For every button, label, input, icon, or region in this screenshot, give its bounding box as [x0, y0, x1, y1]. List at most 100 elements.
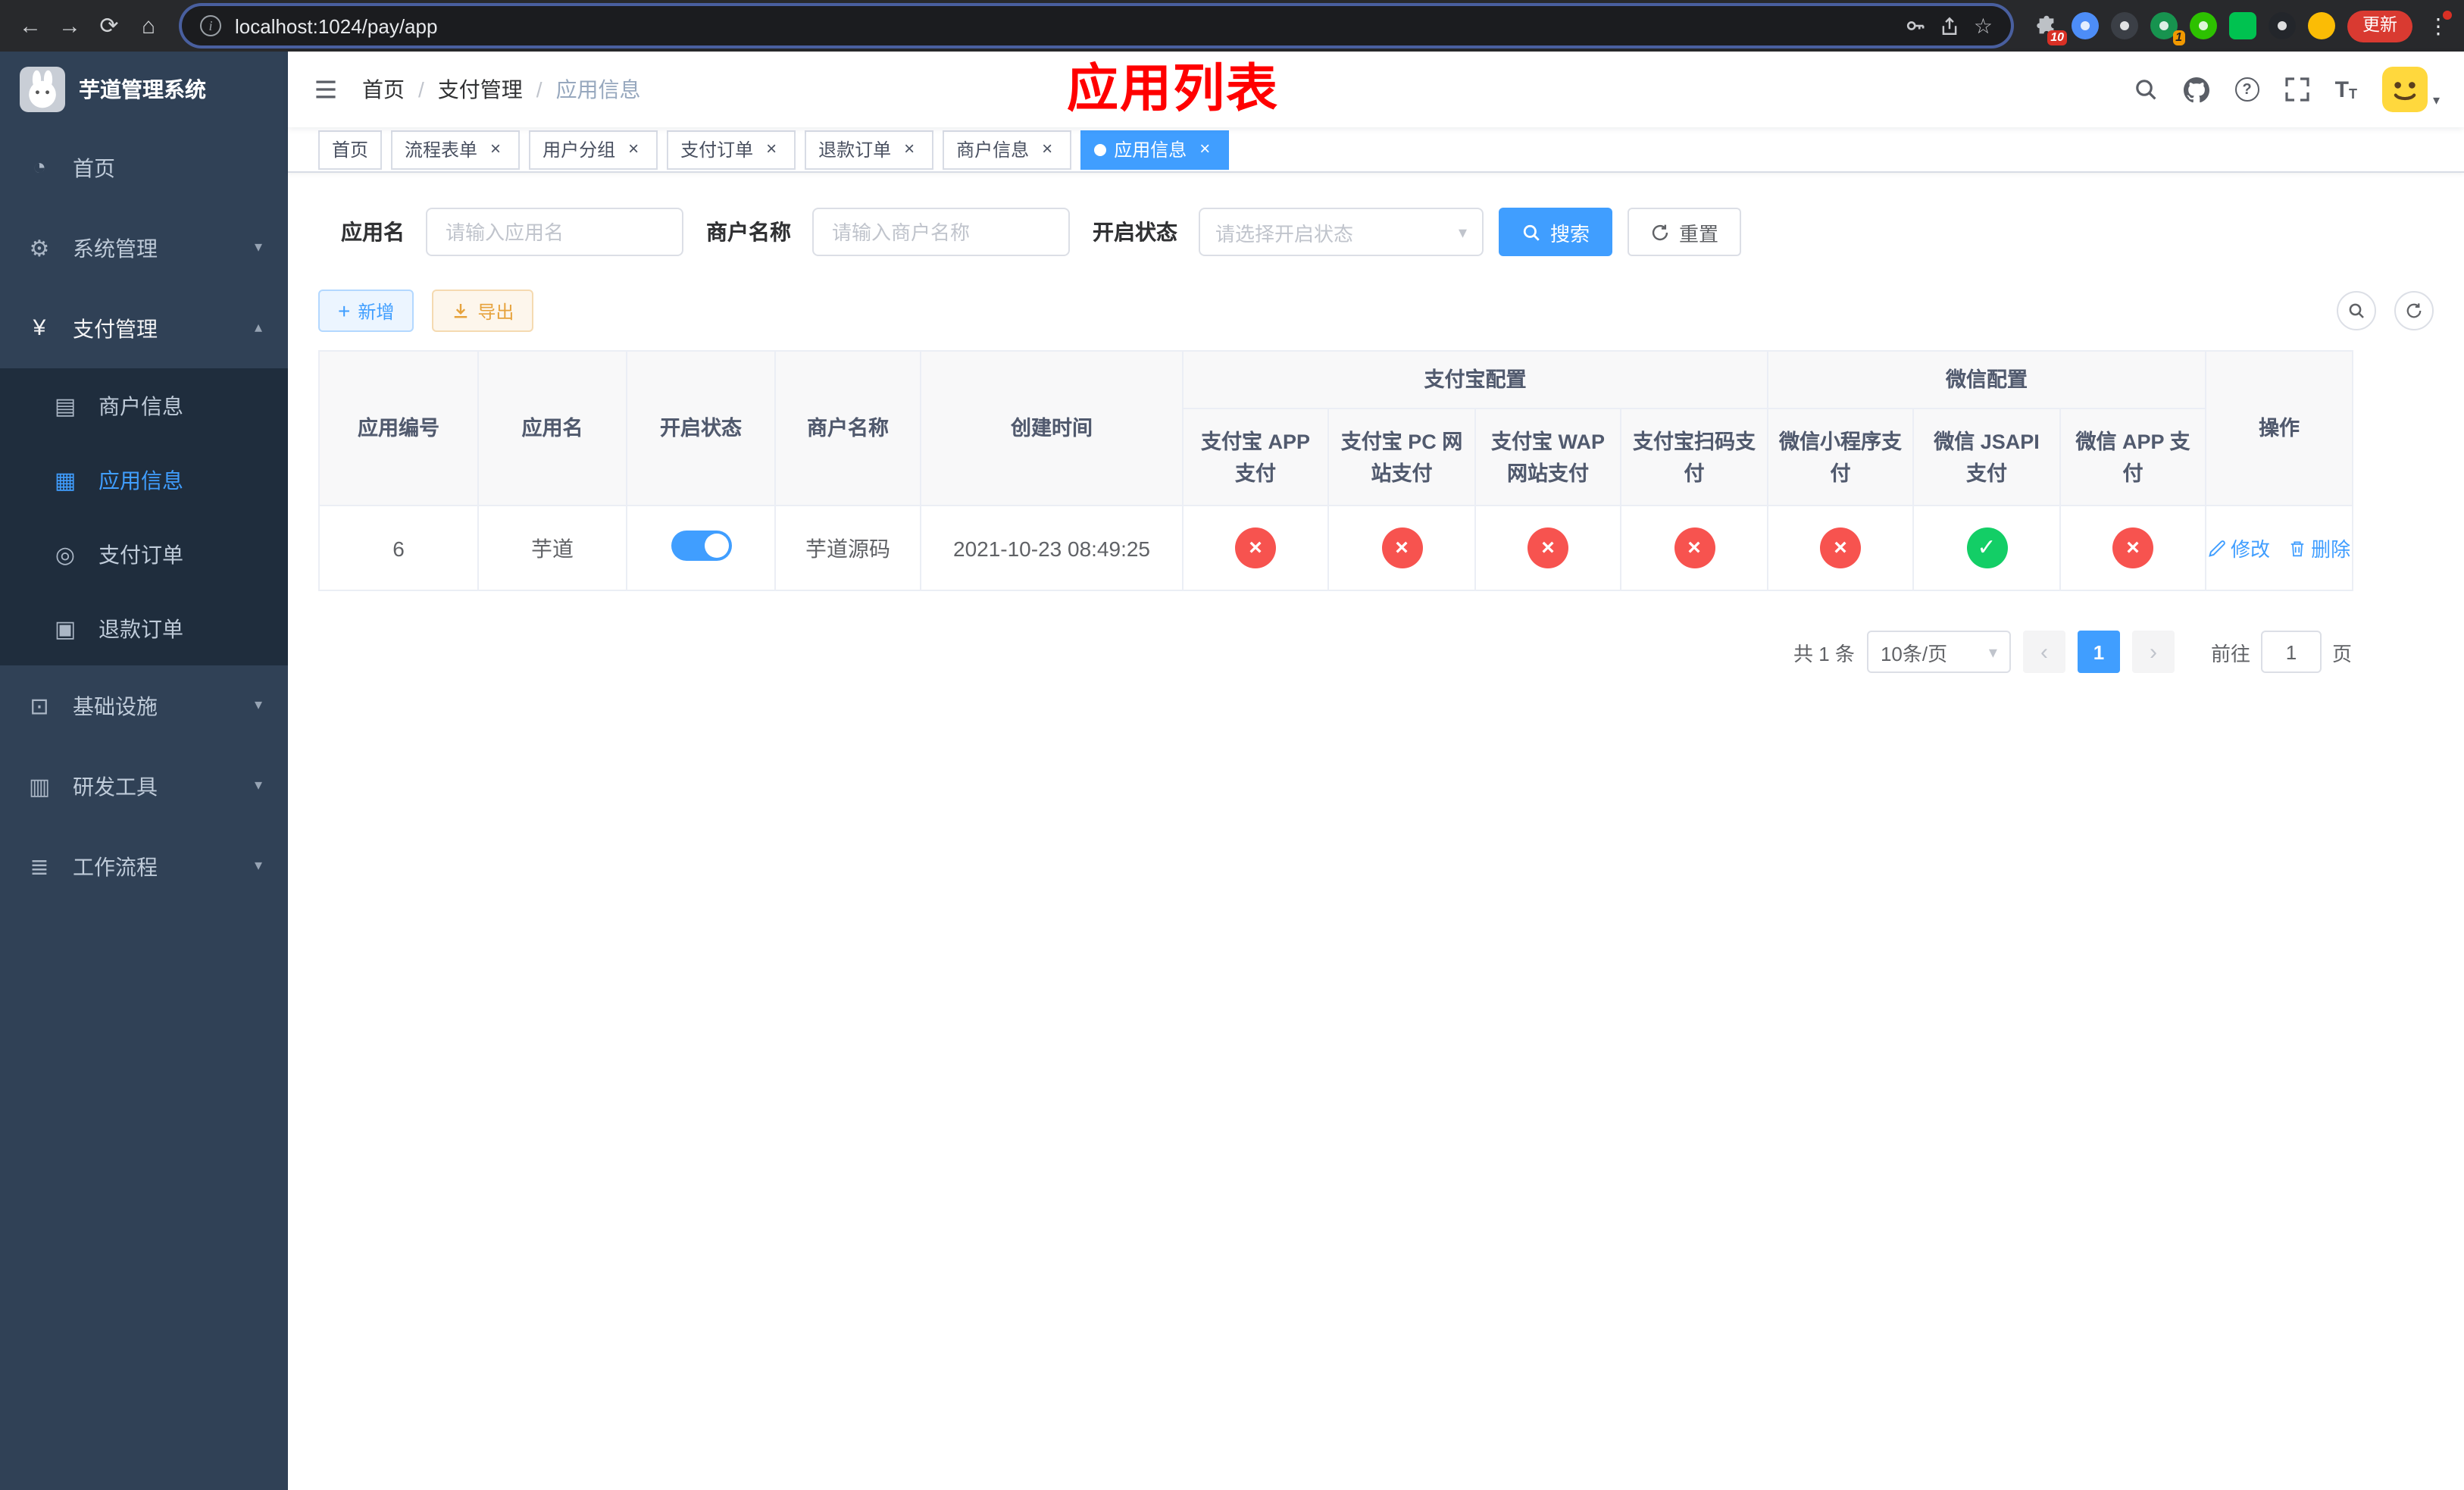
collapse-sidebar-button[interactable]	[312, 76, 339, 103]
status-toggle[interactable]	[671, 531, 731, 561]
page-unit-label: 页	[2331, 642, 2352, 665]
sidebar-item-label: 应用信息	[98, 468, 183, 492]
col-header-wechat-app: 微信 APP 支付	[2059, 408, 2207, 506]
pinned-extension-icon[interactable]	[2269, 12, 2296, 39]
bookmark-star-icon[interactable]: ☆	[1974, 13, 1993, 39]
sidebar-item-devtools[interactable]: ▥ 研发工具 ▾	[0, 746, 288, 826]
fullscreen-icon[interactable]	[2284, 77, 2309, 102]
next-page-button[interactable]: ›	[2131, 631, 2175, 673]
page-1-button[interactable]: 1	[2077, 631, 2120, 673]
font-size-icon[interactable]: T T	[2335, 78, 2357, 101]
sidebar-item-infrastructure[interactable]: ⊡ 基础设施 ▾	[0, 665, 288, 746]
breadcrumb-payment[interactable]: 支付管理	[438, 74, 523, 105]
edit-button[interactable]: 修改	[2208, 534, 2270, 562]
sidebar: 芋道管理系统 ◔ 首页 ⚙ 系统管理 ▾ ¥ 支付管理 ▴ ▤ 商户信息 ▦ 应…	[0, 52, 288, 1490]
group-header-alipay: 支付宝配置	[1182, 350, 1768, 409]
gear-icon: ⚙	[29, 236, 50, 261]
close-icon[interactable]: ×	[761, 138, 782, 160]
search-button[interactable]: 搜索	[1499, 208, 1613, 256]
user-avatar[interactable]: ▾	[2382, 67, 2440, 112]
reload-button[interactable]: ⟳	[91, 8, 127, 44]
chevron-down-icon: ▾	[1458, 224, 1467, 242]
app-table: 应用编号 应用名 开启状态 商户名称 创建时间 支付宝配置 微信配置 操作 支付…	[318, 350, 2354, 591]
status-cross-icon: ×	[1235, 527, 1276, 568]
browser-menu-button[interactable]: ⋮	[2425, 9, 2452, 42]
toggle-search-button[interactable]	[2337, 291, 2376, 330]
extension-icon[interactable]	[2111, 12, 2138, 39]
merchant-name-input[interactable]	[812, 208, 1070, 256]
share-icon[interactable]	[1940, 16, 1960, 36]
page-size-select[interactable]: 10条/页 ▾	[1866, 631, 2011, 673]
tags-view-bar: 首页 流程表单 × 用户分组 × 支付订单 × 退款订单 × 商户信息 × 应用…	[288, 127, 2464, 173]
avatar-image	[2382, 67, 2428, 112]
tab-merchant-info[interactable]: 商户信息 ×	[943, 130, 1072, 169]
close-icon[interactable]: ×	[623, 138, 644, 160]
toolbar-right	[2337, 291, 2434, 330]
tab-app-info[interactable]: 应用信息 ×	[1080, 130, 1230, 169]
tab-user-group[interactable]: 用户分组 ×	[529, 130, 658, 169]
goto-group: 前往 页	[2211, 631, 2352, 673]
search-icon[interactable]	[2134, 77, 2158, 102]
question-mark-glyph: ?	[2234, 77, 2259, 102]
close-icon[interactable]: ×	[1194, 138, 1215, 160]
app-name-input[interactable]	[426, 208, 683, 256]
extension-icon[interactable]: 1	[2150, 12, 2185, 45]
close-icon[interactable]: ×	[1037, 138, 1058, 160]
caret-down-icon: ▾	[2432, 92, 2440, 108]
search-button-label: 搜索	[1550, 222, 1590, 245]
password-key-icon[interactable]	[1906, 15, 1927, 36]
sidebar-item-system[interactable]: ⚙ 系统管理 ▾	[0, 208, 288, 288]
goto-page-input[interactable]	[2260, 631, 2322, 673]
github-icon[interactable]	[2183, 77, 2209, 102]
cell-wechat-app: ×	[2059, 505, 2207, 591]
delete-button[interactable]: 删除	[2288, 534, 2350, 562]
extension-icon[interactable]	[2072, 12, 2099, 39]
sidebar-item-app-info[interactable]: ▦ 应用信息	[0, 443, 288, 517]
extensions-puzzle-icon[interactable]: 10	[2032, 12, 2067, 45]
add-button-label: 新增	[358, 301, 395, 322]
tab-process-form[interactable]: 流程表单 ×	[391, 130, 521, 169]
payment-submenu: ▤ 商户信息 ▦ 应用信息 ◎ 支付订单 ▣ 退款订单	[0, 368, 288, 665]
browser-update-button[interactable]: 更新	[2347, 10, 2412, 42]
address-bar[interactable]: i localhost:1024/pay/app ☆	[182, 6, 2011, 45]
site-info-icon[interactable]: i	[200, 15, 221, 36]
sidebar-item-label: 基础设施	[73, 693, 158, 718]
tab-refund-order[interactable]: 退款订单 ×	[805, 130, 934, 169]
sidebar-item-refund-order[interactable]: ▣ 退款订单	[0, 591, 288, 665]
add-button[interactable]: + 新增	[318, 290, 414, 332]
col-header-wechat-mini: 微信小程序支付	[1767, 408, 1914, 506]
back-button[interactable]: ←	[12, 8, 48, 44]
forward-button[interactable]: →	[52, 8, 88, 44]
sidebar-item-home[interactable]: ◔ 首页	[0, 127, 288, 208]
reset-button[interactable]: 重置	[1628, 208, 1742, 256]
sidebar-item-payment-order[interactable]: ◎ 支付订单	[0, 517, 288, 591]
close-icon[interactable]: ×	[899, 138, 920, 160]
navbar-actions: ? T T ▾	[2134, 67, 2440, 112]
extension-badge: 1	[2172, 30, 2185, 45]
tab-payment-order[interactable]: 支付订单 ×	[667, 130, 796, 169]
breadcrumb-home[interactable]: 首页	[362, 74, 405, 105]
refresh-table-button[interactable]	[2394, 291, 2434, 330]
edit-label: 修改	[2231, 538, 2271, 561]
help-icon[interactable]: ?	[2234, 77, 2259, 102]
sidebar-item-workflow[interactable]: ≣ 工作流程 ▾	[0, 826, 288, 906]
sidebar-item-merchant-info[interactable]: ▤ 商户信息	[0, 368, 288, 443]
extension-icon[interactable]	[2229, 12, 2256, 39]
profile-avatar-icon[interactable]	[2308, 12, 2335, 39]
prev-page-button[interactable]: ‹	[2022, 631, 2065, 673]
app-logo[interactable]: 芋道管理系统	[0, 52, 288, 127]
sidebar-item-label: 系统管理	[73, 236, 158, 260]
reset-button-label: 重置	[1679, 222, 1719, 245]
screen: ← → ⟳ ⌂ i localhost:1024/pay/app ☆ 10 1 …	[0, 0, 2464, 1490]
close-icon[interactable]: ×	[485, 138, 506, 160]
col-header-alipay-scan: 支付宝扫码支付	[1620, 408, 1768, 506]
home-button[interactable]: ⌂	[130, 8, 167, 44]
wechat-extension-icon[interactable]	[2190, 12, 2217, 39]
tab-home[interactable]: 首页	[318, 130, 383, 169]
cell-app-name: 芋道	[477, 505, 627, 591]
sidebar-item-payment[interactable]: ¥ 支付管理 ▴	[0, 288, 288, 368]
status-select[interactable]: 请选择开启状态 ▾	[1199, 208, 1484, 256]
export-button[interactable]: 导出	[432, 290, 534, 332]
chevron-down-icon: ▾	[1988, 643, 1997, 662]
monitor-icon: ⊡	[30, 693, 49, 719]
